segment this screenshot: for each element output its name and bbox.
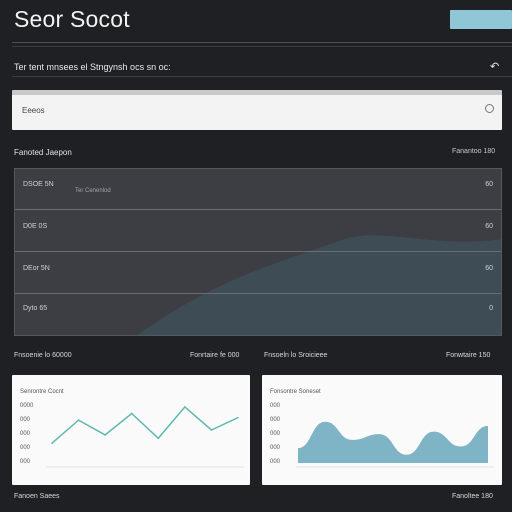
undo-icon[interactable]: ↶: [490, 60, 499, 73]
panel-row-label: Dyto 65: [23, 305, 48, 312]
left-chart-caption: Fnsoenie lo 60000: [14, 352, 72, 359]
panel-row-label: DEor 5N: [23, 265, 50, 272]
panel-row-label: DSOE 5N: [23, 181, 54, 188]
area-series: [298, 421, 488, 463]
right-area-chart: [296, 421, 494, 468]
panel-row-divider: [15, 293, 501, 294]
line-point: [104, 434, 106, 436]
header-divider-secondary: [12, 46, 512, 47]
subtitle: Ter tent mnsees el Stngynsh ocs sn oc:: [14, 62, 171, 72]
right-chart-caption: Fnsoeln lo Sroicieee: [264, 352, 328, 359]
overview-label: Fanoted Jaepon: [14, 148, 72, 157]
line-point: [157, 437, 160, 440]
overview-panel: DSOE 5N Ter Cenenlod 60 D0E 0S 60 DEor 5…: [14, 168, 502, 336]
line-point: [237, 416, 239, 419]
left-chart-right-caption: Fonrtaire fe 000: [190, 352, 240, 359]
overview-right-label: Fanantoo 180: [452, 148, 496, 155]
subtitle-divider: [12, 76, 512, 77]
top-action-button[interactable]: [450, 10, 512, 29]
panel-row-value: 60: [485, 181, 493, 188]
panel-note: Ter Cenenlod: [75, 188, 111, 194]
line-point: [77, 419, 80, 421]
header-divider: [12, 42, 512, 43]
footer-left-label: Fanoen Saees: [14, 493, 60, 500]
right-chart-card: Fonsontre Soneset 000 000 000 000 000: [262, 375, 502, 485]
left-line-chart: [46, 405, 244, 468]
line-point: [51, 442, 53, 444]
right-chart-right-caption: Fonwtaire 150: [446, 352, 491, 359]
panel-row-divider: [15, 251, 501, 252]
search-placeholder: Eeeos: [22, 106, 45, 115]
panel-row-divider: [15, 209, 501, 210]
search-icon[interactable]: [485, 104, 494, 113]
panel-background-wave: [137, 235, 501, 335]
search-input[interactable]: [12, 90, 502, 130]
panel-row-label: D0E 0S: [23, 223, 48, 230]
line-point: [210, 429, 213, 431]
line-series: [51, 405, 239, 444]
panel-row-value: 0: [489, 305, 493, 312]
left-chart-card: Senrontre Cocnt 0000 000 000 000 000: [12, 375, 250, 485]
page-title: Seor Socot: [14, 6, 130, 32]
line-point: [130, 412, 133, 415]
footer-right-label: Fanoltee 180: [452, 493, 493, 500]
panel-row-value: 60: [485, 223, 493, 230]
line-point: [184, 406, 186, 408]
panel-row-value: 60: [485, 265, 493, 272]
